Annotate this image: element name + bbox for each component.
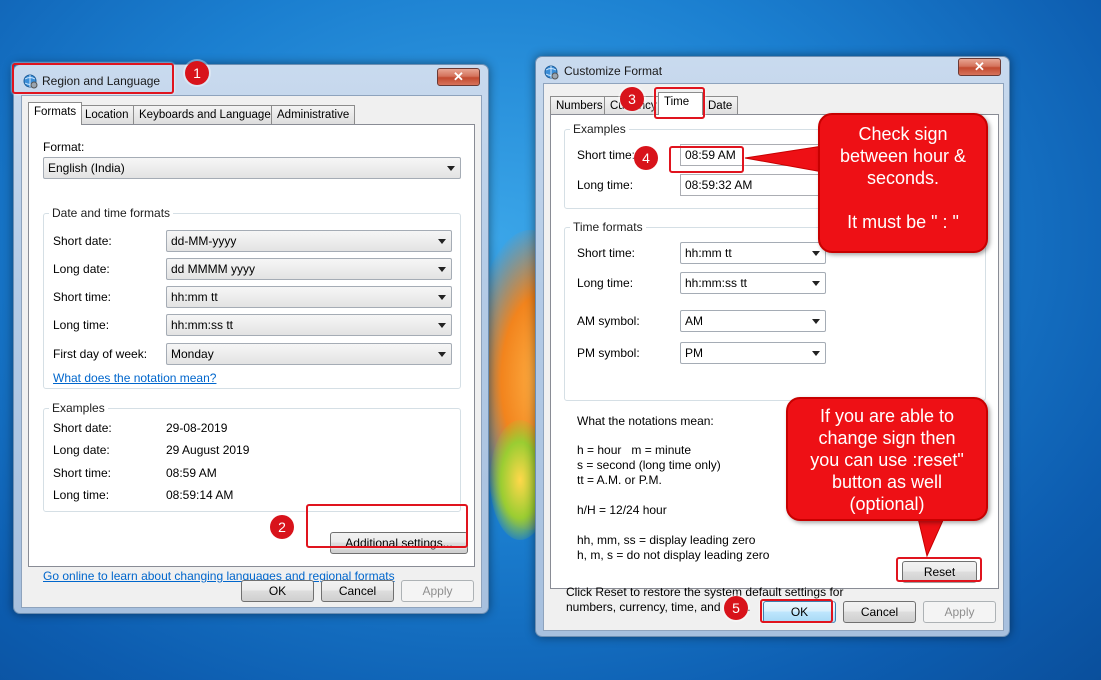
callout-pointer-arrows [744,145,945,558]
callout-reset-optional: If you are able to change sign then you … [786,397,988,521]
tab-formats[interactable]: Formats [28,102,83,125]
callout-check-sign: Check sign between hour & seconds. It mu… [818,113,988,253]
callout-reset-pointer [917,517,945,558]
tab-time[interactable]: Time [658,92,703,115]
callout-check-pointer [744,145,824,173]
